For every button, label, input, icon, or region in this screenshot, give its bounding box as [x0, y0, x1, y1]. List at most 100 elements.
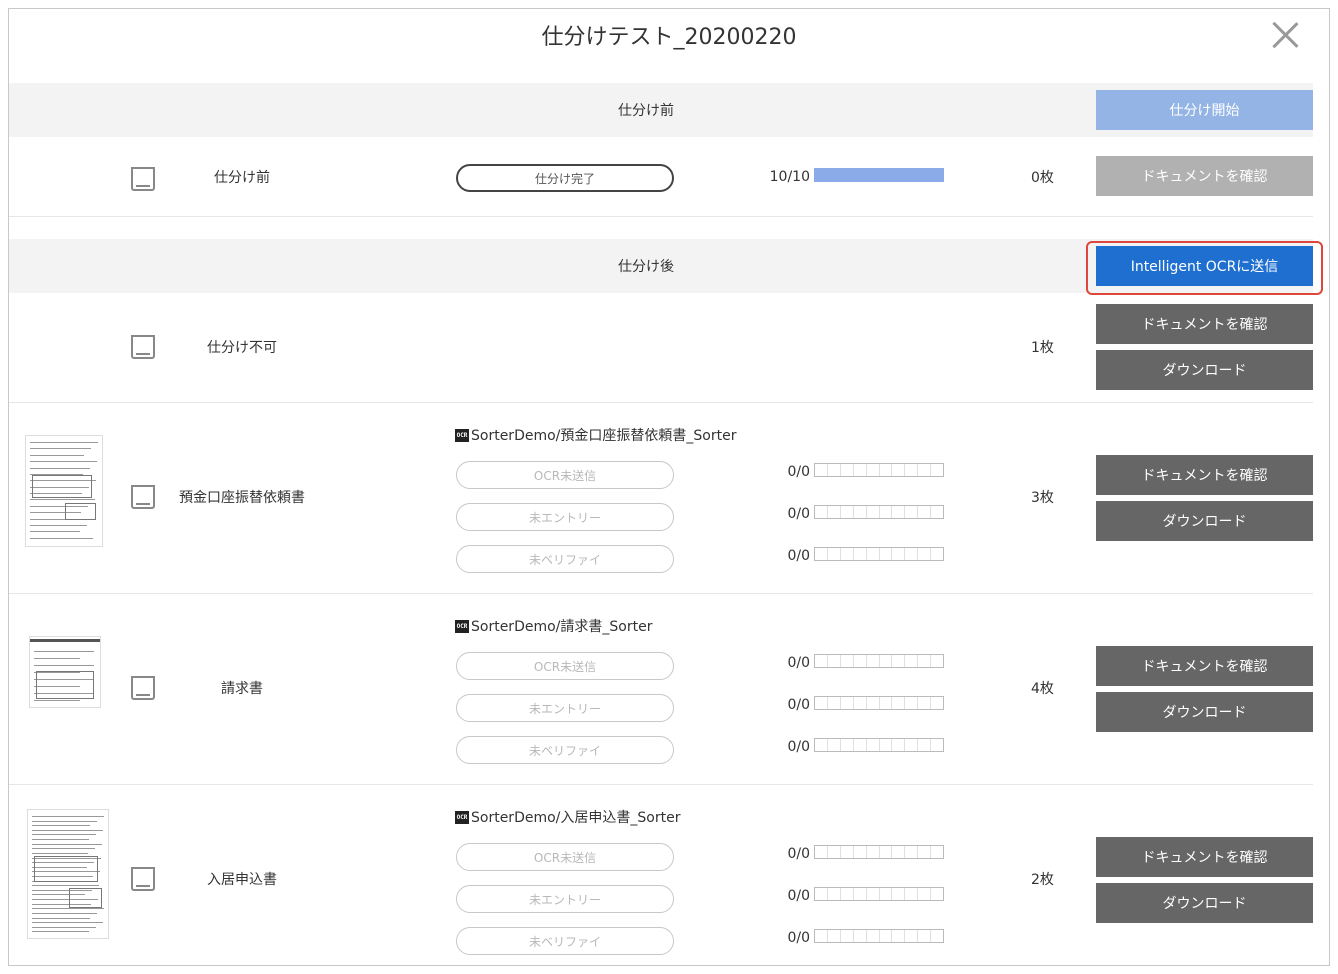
stage-pill: 未エントリー [456, 694, 674, 722]
download-button[interactable]: ダウンロード [1096, 350, 1313, 390]
progress-segment [815, 655, 828, 667]
progress-segment [815, 548, 828, 560]
progress-fill [815, 169, 943, 181]
progress-segment [867, 930, 880, 942]
progress-segment [854, 739, 867, 751]
row-name: 預金口座振替依頼書 [179, 490, 305, 506]
progress-segment [815, 930, 828, 942]
progress-text: 0/0 [787, 846, 810, 862]
progress-segment [918, 739, 932, 751]
progress-segment [828, 655, 841, 667]
document-thumbnail[interactable] [29, 636, 101, 708]
progress-segment [905, 930, 919, 942]
progress-segment [841, 655, 854, 667]
page-count: 3枚 [1031, 490, 1054, 506]
progress-segment [931, 888, 943, 900]
progress-segment [815, 888, 828, 900]
row-name: 入居申込書 [207, 872, 277, 888]
confirm-documents-button[interactable]: ドキュメントを確認 [1096, 837, 1313, 877]
progress-segment [854, 464, 867, 476]
before-row: 仕分け前 仕分け完了 10/10 0枚 ドキュメントを確認 [9, 137, 1313, 217]
ocr-icon: OCR [455, 619, 469, 633]
unsortable-row: 仕分け不可 1枚 ドキュメントを確認 ダウンロード [9, 293, 1313, 403]
progress-segment [841, 548, 854, 560]
progress-segment [841, 464, 854, 476]
progress-segment [892, 930, 906, 942]
progress-segment [841, 930, 854, 942]
confirm-documents-button[interactable]: ドキュメントを確認 [1096, 156, 1313, 196]
progress-segment [905, 506, 919, 518]
progress-segment [880, 506, 893, 518]
ocr-target-text: SorterDemo/預金口座振替依頼書_Sorter [471, 428, 737, 444]
progress-segment [918, 930, 932, 942]
progress-bar [814, 654, 944, 668]
progress-segment [867, 464, 880, 476]
ocr-icon: OCR [455, 428, 469, 442]
progress-segment [931, 739, 943, 751]
progress-segment [828, 846, 841, 858]
progress-segment [905, 697, 919, 709]
progress-text: 0/0 [787, 506, 810, 522]
ocr-target-label: OCR SorterDemo/請求書_Sorter [455, 616, 652, 636]
progress-segment [880, 548, 893, 560]
progress-segment [854, 697, 867, 709]
dialog-title: 仕分けテスト_20200220 [541, 25, 797, 50]
download-button[interactable]: ダウンロード [1096, 692, 1313, 732]
progress-segment [892, 655, 906, 667]
progress-text: 0/0 [787, 655, 810, 671]
confirm-documents-button[interactable]: ドキュメントを確認 [1096, 304, 1313, 344]
progress-segment [867, 506, 880, 518]
progress-segment [892, 697, 906, 709]
progress-text: 0/0 [787, 697, 810, 713]
download-button[interactable]: ダウンロード [1096, 883, 1313, 923]
progress-text: 0/0 [787, 930, 810, 946]
progress-segment [905, 888, 919, 900]
progress-segment [880, 464, 893, 476]
confirm-documents-button[interactable]: ドキュメントを確認 [1096, 455, 1313, 495]
row-name: 仕分け不可 [207, 340, 277, 356]
send-to-ocr-button[interactable]: Intelligent OCRに送信 [1096, 246, 1313, 286]
stage-pill: 未エントリー [456, 503, 674, 531]
stage-pill: 未エントリー [456, 885, 674, 913]
stage-pill: 未ベリファイ [456, 545, 674, 573]
document-group-row: 請求書 OCR SorterDemo/請求書_Sorter OCR未送信 0/0 未エント… [9, 594, 1313, 785]
progress-segment [931, 464, 943, 476]
ocr-target-text: SorterDemo/入居申込書_Sorter [471, 810, 681, 826]
ocr-icon: OCR [455, 810, 469, 824]
progress-segment [867, 739, 880, 751]
progress-segment [892, 464, 906, 476]
progress-segment [892, 846, 906, 858]
ocr-target-label: OCR SorterDemo/預金口座振替依頼書_Sorter [455, 425, 736, 445]
confirm-documents-button[interactable]: ドキュメントを確認 [1096, 646, 1313, 686]
progress-segment [828, 548, 841, 560]
progress-bar [814, 696, 944, 710]
document-thumbnail[interactable] [27, 809, 109, 939]
progress-text: 0/0 [787, 888, 810, 904]
progress-segment [841, 697, 854, 709]
progress-segment [828, 888, 841, 900]
progress-segment [880, 846, 893, 858]
document-thumbnail[interactable] [25, 435, 103, 547]
progress-segment [918, 506, 932, 518]
progress-segment [892, 888, 906, 900]
start-sort-button[interactable]: 仕分け開始 [1096, 90, 1313, 130]
progress-segment [867, 697, 880, 709]
progress-segment [892, 506, 906, 518]
after-section-label: 仕分け後 [618, 259, 674, 275]
progress-bar [814, 887, 944, 901]
ocr-target-label: OCR SorterDemo/入居申込書_Sorter [455, 807, 680, 827]
progress-segment [828, 506, 841, 518]
close-icon[interactable] [1267, 17, 1303, 53]
progress-segment [867, 548, 880, 560]
progress-segment [841, 846, 854, 858]
progress-segment [905, 548, 919, 560]
progress-segment [815, 739, 828, 751]
progress-segment [892, 548, 906, 560]
row-name: 請求書 [221, 681, 263, 697]
progress-segment [918, 655, 932, 667]
progress-bar [814, 547, 944, 561]
progress-segment [931, 506, 943, 518]
progress-segment [918, 846, 932, 858]
download-button[interactable]: ダウンロード [1096, 501, 1313, 541]
progress-segment [892, 739, 906, 751]
